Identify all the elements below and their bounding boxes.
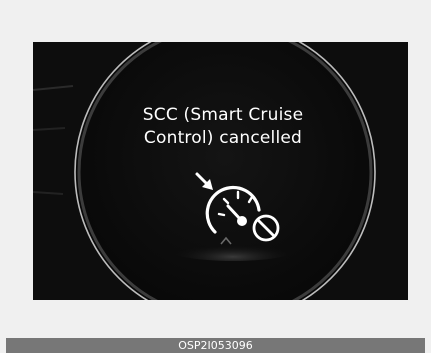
figure-code-caption: OSP2I053096 — [6, 338, 425, 353]
manual-figure: SCC (Smart Cruise Control) cancelled OSP… — [0, 0, 431, 353]
cluster-display: SCC (Smart Cruise Control) cancelled — [33, 42, 408, 300]
scc-cancelled-message: SCC (Smart Cruise Control) cancelled — [103, 104, 343, 150]
arrow-icon — [195, 172, 213, 190]
speedometer-icon — [205, 185, 261, 245]
message-line-1: SCC (Smart Cruise — [142, 105, 304, 125]
message-line-2: Control) cancelled — [143, 128, 303, 148]
prohibited-icon — [252, 214, 280, 242]
scc-cancelled-icon — [193, 170, 293, 250]
